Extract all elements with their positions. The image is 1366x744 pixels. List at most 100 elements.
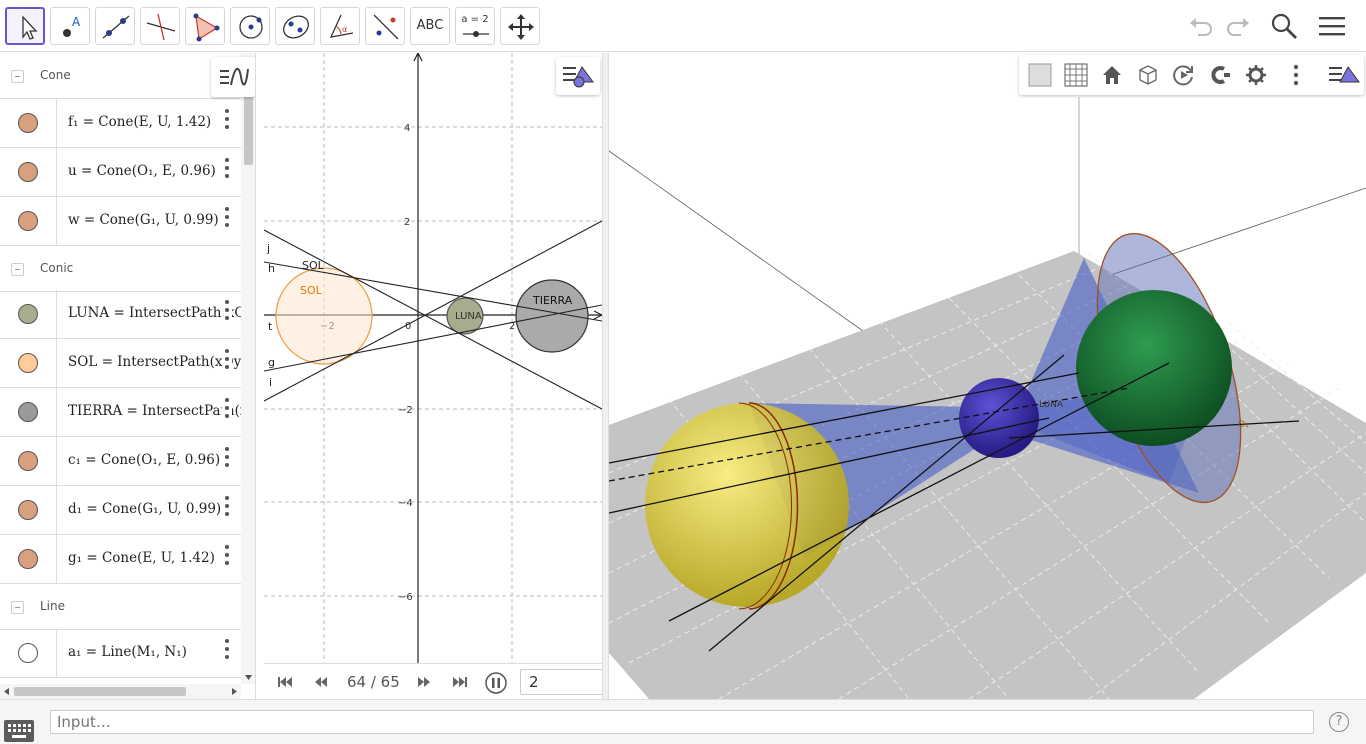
group-header-cone[interactable]: Cone [0,53,241,99]
algebra-row[interactable]: w = Cone(G₁, U, 0.99) [0,197,241,246]
redo-button[interactable] [1220,8,1256,44]
y-tick-label: −2 [398,405,413,416]
step-forward-icon[interactable] [415,673,433,691]
algebra-row[interactable]: LUNA = IntersectPath(xOyP [0,290,241,339]
more-options-icon[interactable] [222,347,232,375]
pause-icon[interactable] [485,672,507,694]
visibility-marker[interactable] [18,353,38,373]
graphics-2d-canvas[interactable]: 4 2 −2 −4 −6 −2 0 2 j h t g i SOL S [264,53,602,663]
style-bar-toggle[interactable] [1324,59,1360,91]
scroll-right-icon[interactable] [229,684,239,699]
algebra-row[interactable]: d₁ = Cone(G₁, U, 0.99) [0,486,241,535]
graphics-2d-style-bar-toggle[interactable] [556,57,600,95]
visibility-marker[interactable] [18,643,38,663]
view-divider[interactable] [602,53,609,699]
collapse-icon[interactable] [11,70,24,83]
clipping-icon [1211,66,1230,84]
group-label: Conic [40,261,74,275]
tierra-label: TIERRA [532,294,573,307]
keyboard-icon[interactable] [4,720,34,742]
visibility-marker[interactable] [18,500,38,520]
point-tool-button[interactable]: A [50,7,90,45]
rotate-view-button[interactable] [1168,59,1200,91]
y-tick-label: −4 [398,498,413,509]
algebra-row[interactable]: f₁ = Cone(E, U, 1.42) [0,99,241,148]
visibility-marker[interactable] [18,304,38,324]
collapse-icon[interactable] [11,263,24,276]
group-header-conic[interactable]: Conic [0,246,241,292]
line-tool-button[interactable] [95,7,135,45]
move-graphics-view-tool-button[interactable] [500,7,540,45]
skip-to-end-icon[interactable] [451,673,469,691]
algebra-row[interactable]: g₁ = Cone(E, U, 1.42) [0,535,241,584]
visibility-marker[interactable] [18,162,38,182]
more-options-icon[interactable] [222,445,232,473]
more-options-icon[interactable] [222,494,232,522]
algebra-row[interactable]: TIERRA = IntersectPath(xOy [0,388,241,437]
more-options-icon[interactable] [222,543,232,571]
circle-tool-button[interactable] [230,7,270,45]
visibility-marker[interactable] [18,451,38,471]
input-field[interactable] [50,710,1314,734]
step-back-icon[interactable] [312,673,330,691]
visibility-marker[interactable] [18,549,38,569]
move-tool-button[interactable] [5,7,45,45]
more-options-icon[interactable] [222,156,232,184]
angle-tool-button[interactable]: α [320,7,360,45]
scroll-down-icon[interactable] [241,672,256,682]
main-menu-button[interactable] [1314,8,1350,44]
toggle-axes-button[interactable] [1024,59,1056,91]
more-options-button[interactable] [1280,59,1312,91]
y-tick-label: 2 [404,217,410,228]
ellipse-tool-button[interactable] [275,7,315,45]
svg-text:α: α [342,25,347,34]
redo-icon [1227,18,1249,36]
search-button[interactable] [1266,8,1302,44]
grid-icon [1064,63,1088,87]
slider-icon [463,31,489,37]
algebra-row[interactable]: c₁ = Cone(O₁, E, 0.96) [0,437,241,486]
settings-button[interactable] [1240,59,1272,91]
toggle-grid-button[interactable] [1060,59,1092,91]
visibility-marker[interactable] [18,211,38,231]
algebra-row[interactable]: a₁ = Line(M₁, N₁) [0,629,241,678]
slider-tool-button[interactable]: a = 2 [455,7,495,45]
algebra-vertical-scrollbar[interactable] [241,53,256,684]
view-direction-button[interactable] [1132,59,1164,91]
algebra-row[interactable]: SOL = IntersectPath(xOyPla [0,339,241,388]
perpendicular-line-tool-button[interactable] [140,7,180,45]
undo-button[interactable] [1183,8,1219,44]
algebra-horizontal-scrollbar[interactable] [0,684,241,699]
help-icon[interactable]: ? [1329,712,1349,732]
home-icon [1103,66,1121,84]
collapse-icon[interactable] [11,601,24,614]
more-options-icon[interactable] [222,205,232,233]
algebra-definition: g₁ = Cone(E, U, 1.42) [68,550,215,566]
angle-icon: α [329,14,354,38]
algebra-row[interactable]: u = Cone(O₁, E, 0.96) [0,148,241,197]
visibility-marker[interactable] [18,113,38,133]
algebra-settings-button[interactable] [211,57,255,97]
search-icon [1271,13,1297,39]
graphics-2d-view[interactable]: 4 2 −2 −4 −6 −2 0 2 j h t g i SOL S [264,53,602,663]
more-options-icon[interactable] [222,396,232,424]
visibility-marker[interactable] [18,402,38,422]
text-tool-button[interactable]: ABC [410,7,450,45]
more-options-icon[interactable] [222,298,232,326]
more-options-icon[interactable] [222,637,232,665]
group-header-line[interactable]: Line [0,584,241,630]
graphics-3d-view[interactable]: LUNA O₁ [609,53,1366,699]
line-icon [102,15,130,39]
reflect-tool-button[interactable] [365,7,405,45]
more-vertical-icon [1293,64,1299,86]
polygon-tool-button[interactable] [185,7,225,45]
animation-controls: 64 / 65 2 [264,663,604,699]
scroll-left-icon[interactable] [2,684,12,699]
clipping-button[interactable] [1204,59,1236,91]
group-label: Line [40,599,66,613]
standard-view-button[interactable] [1096,59,1128,91]
animation-speed-field[interactable]: 2 [520,669,604,695]
skip-to-start-icon[interactable] [276,673,294,691]
graphics-3d-canvas[interactable]: LUNA O₁ [609,53,1366,699]
more-options-icon[interactable] [222,107,232,135]
